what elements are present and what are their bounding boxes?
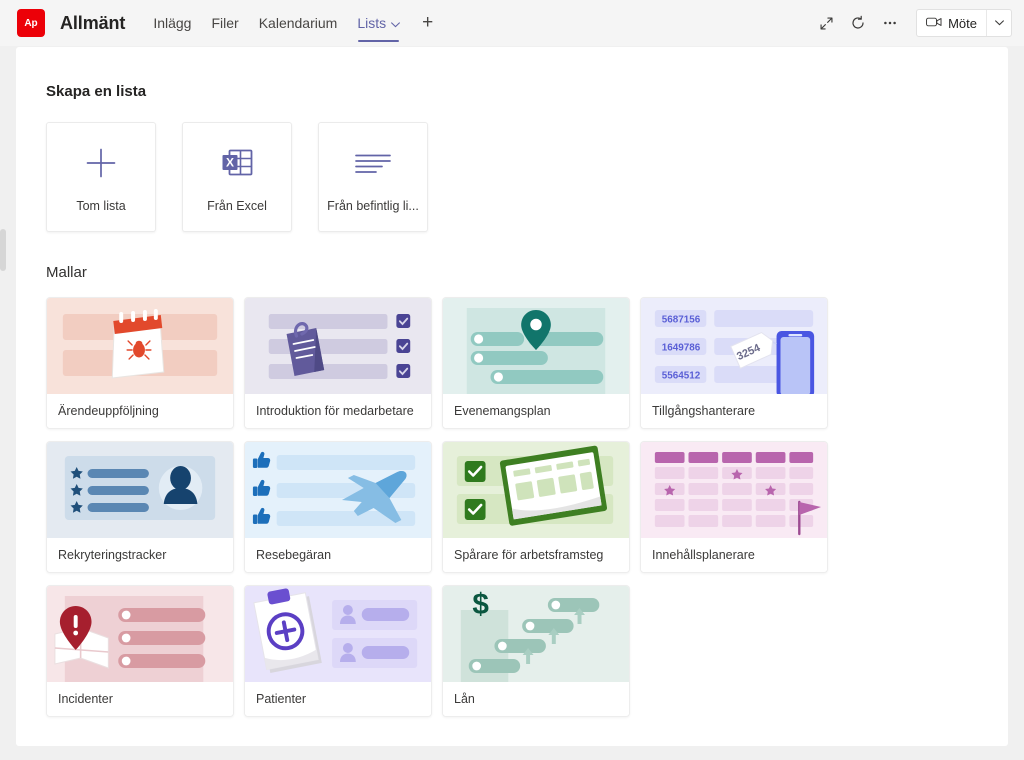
templates-section-title: Mallar (46, 264, 1008, 281)
template-card-event-itinerary-label: Evenemangsplan (443, 394, 629, 428)
meet-button-main[interactable]: Möte (917, 10, 986, 36)
expand-icon[interactable] (811, 8, 841, 38)
svg-text:5687156: 5687156 (662, 314, 701, 325)
tab-inlagg-label: Inlägg (153, 15, 191, 31)
meet-button-label: Möte (948, 16, 977, 31)
top-bar: Ap Allmänt Inlägg Filer Kalendarium List… (0, 0, 1024, 46)
patients-thumbnail-icon (245, 586, 431, 682)
svg-text:X: X (226, 155, 234, 169)
create-card-blank-list[interactable]: Tom lista (46, 122, 156, 232)
template-card-content-scheduler-label: Innehållsplanerare (641, 538, 827, 572)
video-camera-icon (926, 16, 942, 31)
work-progress-tracker-thumbnail-icon (443, 442, 629, 538)
recruitment-tracker-thumbnail-icon (47, 442, 233, 538)
template-card-patients-label: Patienter (245, 682, 431, 716)
create-card-from-existing-list[interactable]: Från befintlig li... (318, 122, 428, 232)
tab-kalendarium[interactable]: Kalendarium (249, 0, 348, 46)
meet-button[interactable]: Möte (916, 9, 1012, 37)
teams-app-window: Ap Allmänt Inlägg Filer Kalendarium List… (0, 0, 1024, 760)
meet-chevron-down-icon[interactable] (987, 10, 1011, 36)
asset-manager-thumbnail-icon: 5687156 1649786 5564512 3254 (641, 298, 827, 394)
more-options-icon[interactable] (875, 8, 905, 38)
top-bar-actions: Möte (811, 8, 1024, 38)
rail-scroll-indicator[interactable] (0, 229, 6, 271)
template-card-travel-request-label: Resebegäran (245, 538, 431, 572)
template-card-content-scheduler[interactable]: Innehållsplanerare (640, 441, 828, 573)
left-rail (0, 46, 14, 760)
channel-tabs: Inlägg Filer Kalendarium Lists + (143, 0, 445, 46)
template-card-employee-onboarding[interactable]: Introduktion för medarbetare (244, 297, 432, 429)
add-tab-button[interactable]: + (410, 0, 445, 46)
templates-grid: Ärendeuppföljning (46, 297, 1008, 717)
loans-thumbnail-icon: $ (443, 586, 629, 682)
template-card-patients[interactable]: Patienter (244, 585, 432, 717)
template-card-issue-tracking-label: Ärendeuppföljning (47, 394, 233, 428)
team-avatar: Ap (17, 9, 45, 37)
chevron-down-icon[interactable] (391, 15, 400, 31)
refresh-icon[interactable] (843, 8, 873, 38)
create-card-from-excel[interactable]: X Från Excel (182, 122, 292, 232)
template-card-travel-request[interactable]: Resebegäran (244, 441, 432, 573)
template-card-recruitment-tracker-label: Rekryteringstracker (47, 538, 233, 572)
svg-text:5564512: 5564512 (662, 370, 701, 381)
template-card-asset-manager-label: Tillgångshanterare (641, 394, 827, 428)
tab-filer[interactable]: Filer (201, 0, 248, 46)
create-card-blank-list-label: Tom lista (76, 199, 125, 213)
employee-onboarding-thumbnail-icon (245, 298, 431, 394)
template-card-work-progress-tracker[interactable]: Spårare för arbetsframsteg (442, 441, 630, 573)
template-card-loans[interactable]: $ (442, 585, 630, 717)
travel-request-thumbnail-icon (245, 442, 431, 538)
tab-inlagg[interactable]: Inlägg (143, 0, 201, 46)
template-card-event-itinerary[interactable]: Evenemangsplan (442, 297, 630, 429)
create-card-from-excel-label: Från Excel (207, 199, 267, 213)
template-card-recruitment-tracker[interactable]: Rekryteringstracker (46, 441, 234, 573)
list-lines-icon (354, 141, 392, 185)
template-card-issue-tracking[interactable]: Ärendeuppföljning (46, 297, 234, 429)
event-itinerary-thumbnail-icon (443, 298, 629, 394)
svg-text:$: $ (472, 588, 489, 621)
create-list-cards: Tom lista X Från Excel (46, 122, 1008, 232)
content-scheduler-thumbnail-icon (641, 442, 827, 538)
template-card-employee-onboarding-label: Introduktion för medarbetare (245, 394, 431, 428)
tab-kalendarium-label: Kalendarium (259, 15, 338, 31)
create-card-from-existing-list-label: Från befintlig li... (327, 199, 419, 213)
svg-text:1649786: 1649786 (662, 342, 701, 353)
page-title: Allmänt (60, 13, 125, 34)
tab-lists-label: Lists (357, 15, 386, 31)
template-card-incidents[interactable]: Incidenter (46, 585, 234, 717)
create-section-title: Skapa en lista (46, 83, 1008, 100)
team-avatar-text: Ap (24, 18, 37, 29)
plus-icon (84, 141, 118, 185)
issue-tracking-thumbnail-icon (47, 298, 233, 394)
template-card-loans-label: Lån (443, 682, 629, 716)
lists-content-panel: Skapa en lista Tom lista (16, 47, 1008, 746)
tab-filer-label: Filer (211, 15, 238, 31)
incidents-thumbnail-icon (47, 586, 233, 682)
template-card-work-progress-tracker-label: Spårare för arbetsframsteg (443, 538, 629, 572)
tab-lists[interactable]: Lists (347, 0, 410, 46)
template-card-incidents-label: Incidenter (47, 682, 233, 716)
template-card-asset-manager[interactable]: 5687156 1649786 5564512 3254 (640, 297, 828, 429)
plus-icon: + (422, 12, 433, 34)
excel-icon: X (220, 141, 254, 185)
